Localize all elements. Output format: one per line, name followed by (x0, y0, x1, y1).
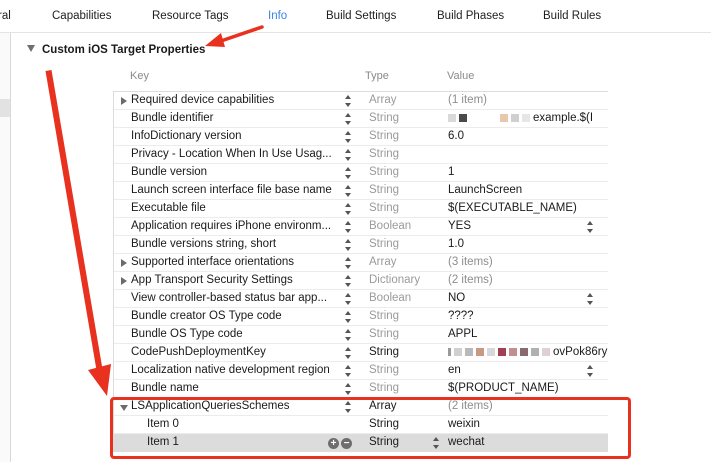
arrow-to-info-tab (205, 25, 264, 47)
arrow-to-highlight-box (45, 70, 111, 396)
annotation-arrows (45, 25, 264, 396)
